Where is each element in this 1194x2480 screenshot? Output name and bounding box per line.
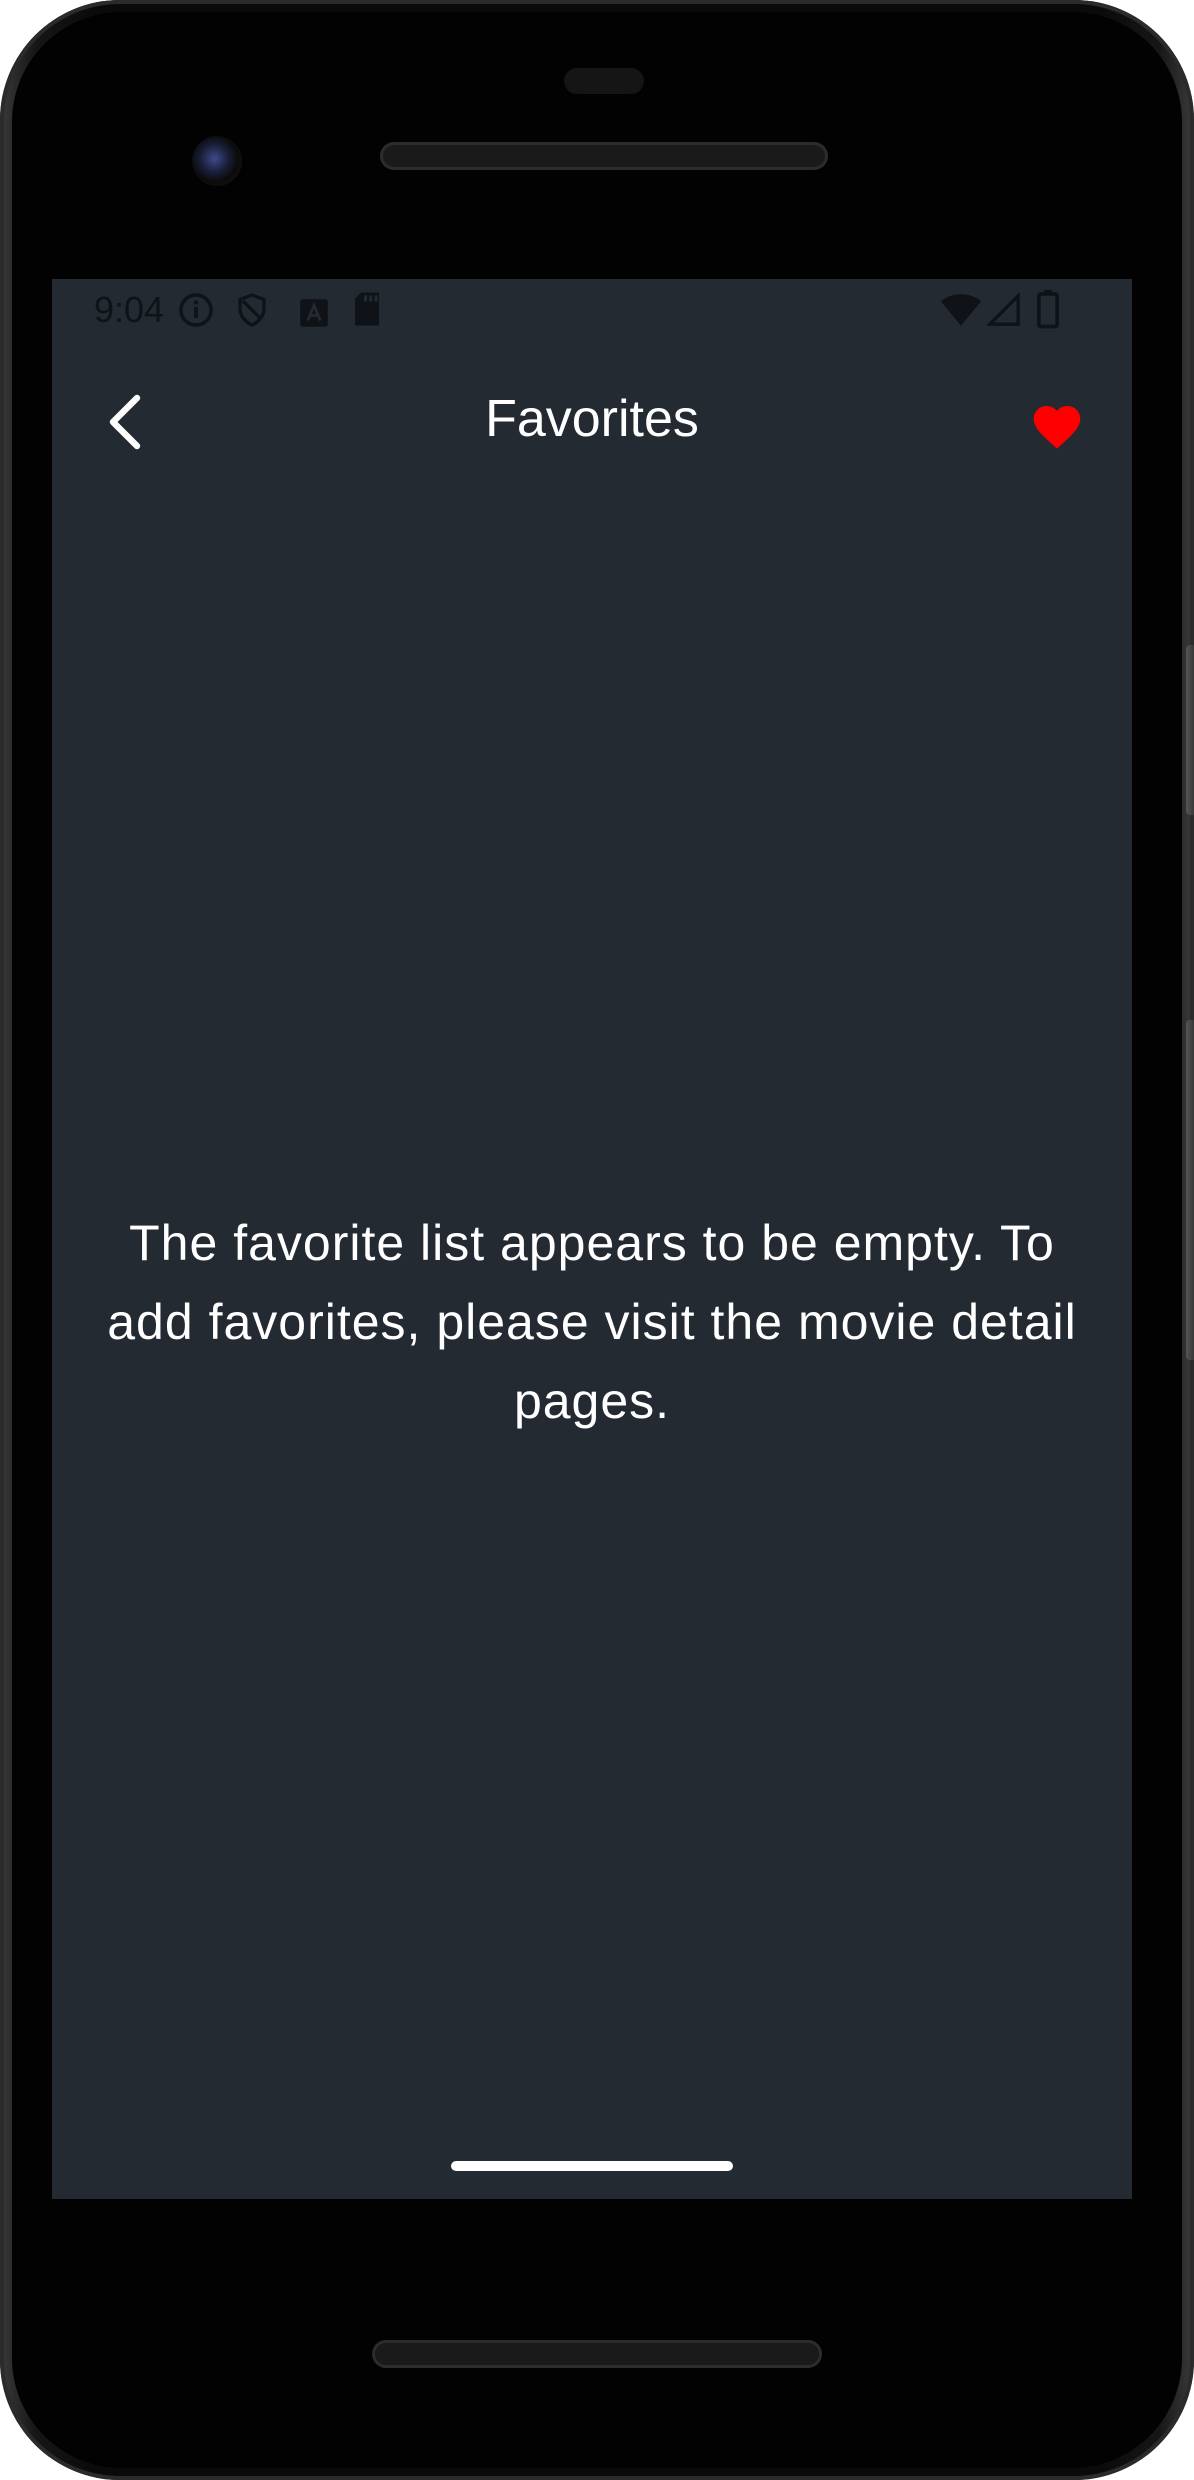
battery-icon xyxy=(1036,289,1060,338)
home-indicator[interactable] xyxy=(451,2161,733,2171)
bottom-speaker-grille xyxy=(372,2340,822,2368)
top-speaker-grille xyxy=(380,142,828,170)
app-screen: 9:04 Favorites The favorite list appears… xyxy=(52,279,1132,2199)
sd-card-icon xyxy=(352,291,382,336)
status-bar: 9:04 xyxy=(52,279,1132,343)
page-title: Favorites xyxy=(485,390,699,448)
status-time: 9:04 xyxy=(94,289,165,330)
favorites-button[interactable] xyxy=(1012,381,1102,471)
heart-icon xyxy=(1029,399,1085,454)
app-bar: Favorites xyxy=(52,351,1132,491)
empty-state-message: The favorite list appears to be empty. T… xyxy=(107,1215,1077,1429)
earpiece xyxy=(564,68,644,94)
shield-icon xyxy=(234,291,270,338)
phone-frame: 9:04 Favorites The favorite list appears… xyxy=(0,0,1194,2480)
volume-button xyxy=(1186,1020,1194,1360)
font-a-icon xyxy=(299,295,329,337)
power-button xyxy=(1186,645,1194,815)
info-icon xyxy=(177,291,215,338)
front-camera xyxy=(192,136,242,186)
signal-icon xyxy=(985,291,1021,336)
wifi-icon xyxy=(940,293,982,335)
